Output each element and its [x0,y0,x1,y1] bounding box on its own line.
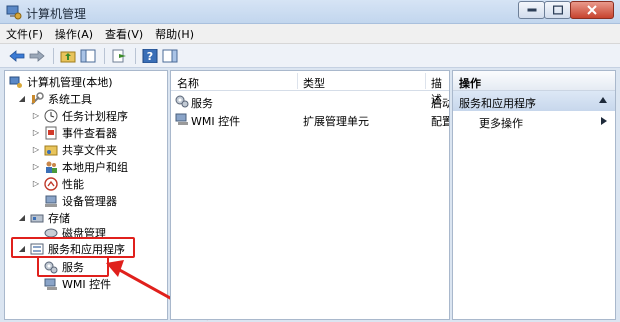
folder-up-icon [60,51,76,62]
column-divider[interactable] [297,73,298,89]
tree-label: 事件查看器 [62,126,117,140]
expand-arrow-icon[interactable]: ▷ [31,162,41,172]
list-row[interactable]: 服务 启动 [171,92,449,110]
expand-arrow-icon[interactable]: ▷ [31,111,41,121]
row-description: 启动 [431,97,449,110]
tree-label: 任务计划程序 [62,109,128,123]
window-title: 计算机管理 [26,7,87,21]
action-pane-icon [162,49,178,62]
more-actions-item[interactable]: 更多操作 [453,111,615,131]
maximize-icon [552,5,563,15]
tree-item-system-tools[interactable]: ◢ 系统工具 [17,90,92,107]
row-name: WMI 控件 [191,115,241,128]
toolbar-separator [53,47,54,64]
collapse-up-icon [599,97,607,103]
wmi-icon [175,113,188,125]
shared-folder-icon [44,145,58,155]
row-type: 扩展管理单元 [303,115,369,128]
menu-file[interactable]: 文件(F) [6,26,43,42]
export-list-button[interactable] [110,47,128,65]
column-divider[interactable] [425,73,426,89]
expand-arrow-icon[interactable]: ▷ [31,179,41,189]
tree-label: 本地用户和组 [62,160,128,174]
users-icon [46,161,57,173]
actions-section-services-and-applications[interactable]: 服务和应用程序 [453,91,615,111]
highlight-box-services [37,256,109,277]
tree-item-performance[interactable]: ▷ 性能 [31,175,84,192]
gears-icon [175,95,189,108]
tree-label: 系统工具 [48,92,92,106]
list-header: 名称 类型 描述 [171,71,449,106]
submenu-arrow-icon [601,117,607,125]
close-button[interactable] [570,1,614,19]
computer-management-icon [9,76,22,88]
list-pane: 名称 类型 描述 服务 启动 WMI 控件 扩展管理单元 配置 [170,70,450,320]
title-bar: 计算机管理 [0,0,620,24]
collapse-arrow-icon[interactable]: ◢ [17,213,27,223]
back-button[interactable] [8,47,26,65]
row-name: 服务 [191,97,213,110]
show-hide-tree-button[interactable] [79,47,97,65]
menu-bar: 文件(F) 操作(A) 查看(V) 帮助(H) [0,24,620,44]
maximize-button[interactable] [544,1,571,19]
console-tree-icon [80,49,96,62]
toolbar: ? [0,44,620,68]
show-hide-action-pane-button[interactable] [161,47,179,65]
tree-item-storage[interactable]: ◢ 存储 [17,209,70,226]
wmi-icon [44,278,57,290]
expand-arrow-icon[interactable]: ▷ [31,145,41,155]
tree-item-task-scheduler[interactable]: ▷ 任务计划程序 [31,107,128,124]
row-description: 配置 [431,115,449,128]
column-type[interactable]: 类型 [303,75,325,91]
toolbar-separator [104,47,105,64]
forward-button[interactable] [28,47,46,65]
minimize-icon [527,8,536,12]
svg-text:?: ? [147,50,153,63]
tree-item-shared-folders[interactable]: ▷ 共享文件夹 [31,141,117,158]
tree-item-event-viewer[interactable]: ▷ 事件查看器 [31,124,117,141]
storage-icon [30,214,44,222]
back-arrow-icon [9,49,25,62]
tree-item-device-manager[interactable]: 设备管理器 [44,192,117,209]
tree-label: 性能 [62,177,84,191]
clock-icon [44,109,58,122]
system-tools-icon [31,91,44,105]
device-manager-icon [45,195,57,207]
actions-section-label: 服务和应用程序 [459,97,536,110]
tree-label: 计算机管理(本地) [27,75,113,89]
toolbar-separator [135,47,136,64]
actions-pane: 操作 服务和应用程序 更多操作 [452,70,616,320]
tree-item-computer-management[interactable]: 计算机管理(本地) [9,73,113,90]
up-folder-button[interactable] [59,47,77,65]
performance-icon [44,176,58,191]
event-viewer-icon [45,126,57,139]
tree-label: 存储 [48,211,70,225]
actions-header: 操作 [453,71,615,91]
forward-arrow-icon [29,49,45,62]
computer-management-icon [6,5,22,20]
menu-action[interactable]: 操作(A) [55,26,93,42]
menu-help[interactable]: 帮助(H) [155,26,194,42]
collapse-arrow-icon[interactable]: ◢ [17,94,27,104]
list-row[interactable]: WMI 控件 扩展管理单元 配置 [171,110,449,128]
expand-arrow-icon[interactable]: ▷ [31,128,41,138]
menu-view[interactable]: 查看(V) [105,26,143,42]
help-button[interactable]: ? [141,47,159,65]
tree-item-local-users-groups[interactable]: ▷ 本地用户和组 [31,158,128,175]
tree-label: 设备管理器 [62,194,117,208]
more-actions-label: 更多操作 [479,117,523,130]
close-icon [587,5,597,15]
tree-label: 共享文件夹 [62,143,117,157]
minimize-button[interactable] [518,1,545,19]
help-icon: ? [142,48,158,63]
export-icon [112,49,126,62]
column-name[interactable]: 名称 [177,75,199,91]
